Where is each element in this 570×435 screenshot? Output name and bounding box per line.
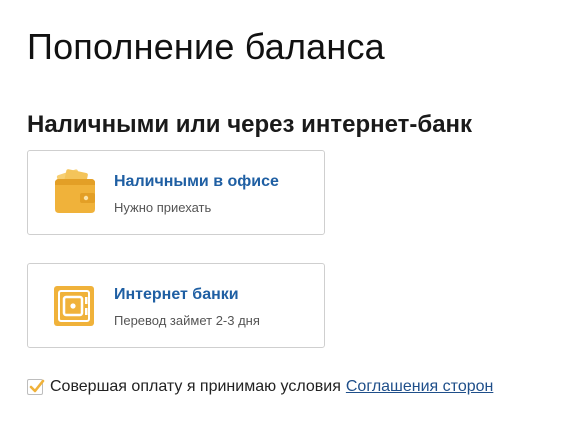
agreement-terms-link[interactable]: Соглашения сторон	[346, 378, 493, 396]
option-description: Нужно приехать	[114, 200, 212, 215]
page-title: Пополнение баланса	[27, 26, 385, 67]
checkmark-icon	[29, 379, 45, 393]
option-cash-office[interactable]: Наличными в офисе Нужно приехать	[27, 150, 325, 235]
agreement-row: Совершая оплату я принимаю условия Согла…	[27, 376, 493, 398]
option-description: Перевод займет 2-3 дня	[114, 313, 260, 328]
option-name: Наличными в офисе	[114, 173, 279, 190]
agreement-checkbox[interactable]	[27, 379, 45, 395]
wallet-icon	[50, 169, 98, 217]
agreement-text: Совершая оплату я принимаю условия	[50, 378, 341, 395]
option-name: Интернет банки	[114, 286, 239, 303]
section-title: Наличными или через интернет-банк	[27, 111, 473, 138]
option-internet-bank[interactable]: Интернет банки Перевод займет 2-3 дня	[27, 263, 325, 348]
safe-icon	[50, 282, 98, 330]
